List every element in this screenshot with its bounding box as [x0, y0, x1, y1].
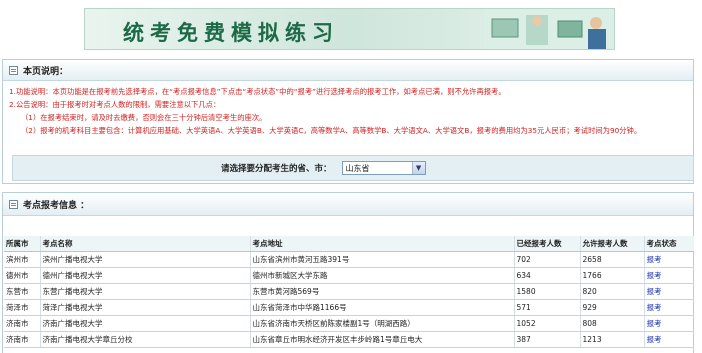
table-row: 东营市 东营广播电视大学 东营市黄河路569号 1580 820 报考 [4, 283, 694, 300]
column-header-status: 考点状态 [643, 236, 694, 252]
instruction-line: （2）报考的机考科目主要包含：计算机应用基础、大学英语A、大学英语B、大学英语C… [21, 126, 642, 135]
banner-photo-illustration [484, 9, 614, 49]
register-link[interactable]: 报考 [647, 335, 662, 344]
cell-registered: 1052 [513, 315, 580, 332]
register-link[interactable]: 报考 [647, 287, 662, 296]
cell-status: 报考 [643, 283, 694, 300]
table-row: 济南市 济南广播电视大学 山东省济南市天桥区前陈家楼副1号（明湖西路） 1052… [4, 315, 694, 332]
cell-capacity: 929 [579, 299, 644, 316]
cell-site-address: 山东省菏泽市中华路1166号 [249, 299, 514, 316]
cell-site-address: 山东省滨州市黄河五路391号 [249, 251, 514, 268]
cell-site-name: 东营广播电视大学 [39, 283, 250, 300]
exam-sites-table: 所属市 考点名称 考点地址 已经报考人数 允许报考人数 考点状态 滨州市 滨州广… [4, 236, 694, 348]
cell-city: 东营市 [4, 283, 40, 300]
cell-site-name: 菏泽广播电视大学 [39, 299, 250, 316]
province-selector-bar: 请选择要分配考生的省、市： 山东省 ▼ [12, 155, 694, 181]
cell-registered: 387 [513, 331, 580, 348]
cell-registered: 1580 [513, 283, 580, 300]
sites-header: 考点报考信息 ： [3, 193, 693, 216]
column-header-site-name: 考点名称 [39, 236, 250, 252]
sites-title: 考点报考信息 ： [23, 200, 90, 211]
cell-registered: 702 [513, 251, 580, 268]
register-link[interactable]: 报考 [647, 303, 662, 312]
instructions-title: 本页说明： [23, 66, 69, 77]
banner-title: 统考免费模拟练习 [123, 21, 339, 45]
cell-city: 菏泽市 [4, 299, 40, 316]
document-icon [9, 65, 18, 75]
cell-city: 济南市 [4, 331, 40, 348]
banner: 统考免费模拟练习 [84, 8, 615, 50]
province-selector-label: 请选择要分配考生的省、市： [221, 164, 332, 174]
table-row: 德州市 德州广播电视大学 德州市新城区大学东路 634 1766 报考 [4, 267, 694, 284]
table-header-row: 所属市 考点名称 考点地址 已经报考人数 允许报考人数 考点状态 [4, 236, 694, 252]
cell-site-address: 德州市新城区大学东路 [249, 267, 514, 284]
cell-status: 报考 [643, 251, 694, 268]
column-header-site-address: 考点地址 [249, 236, 514, 252]
cell-site-name: 德州广播电视大学 [39, 267, 250, 284]
column-header-capacity: 允许报考人数 [579, 236, 644, 252]
cell-city: 德州市 [4, 267, 40, 284]
province-select-value: 山东省 [345, 163, 370, 173]
register-link[interactable]: 报考 [647, 271, 662, 280]
document-icon [9, 199, 18, 209]
table-row: 滨州市 滨州广播电视大学 山东省滨州市黄河五路391号 702 2658 报考 [4, 251, 694, 268]
instructions-body: 1.功能说明：本页功能是在报考前先选择考点，在“考点报考信息”下点击“考点状态”… [3, 81, 693, 137]
cell-status: 报考 [643, 299, 694, 316]
cell-city: 济南市 [4, 315, 40, 332]
cell-capacity: 2658 [579, 251, 644, 268]
cell-capacity: 820 [579, 283, 644, 300]
cell-capacity: 1213 [579, 331, 644, 348]
cell-city: 滨州市 [4, 251, 40, 268]
cell-registered: 571 [513, 299, 580, 316]
instruction-line: 2.公告说明：由于报考时对考点人数的限制，需要注意以下几点： [9, 100, 221, 109]
province-select[interactable]: 山东省 ▼ [341, 161, 426, 175]
instructions-header: 本页说明： [3, 60, 693, 81]
instruction-line: （1）在报考结束时，请及时去缴费，否则会在三十分钟后清空考生的座次。 [21, 113, 267, 122]
cell-site-name: 济南广播电视大学 [39, 315, 250, 332]
cell-registered: 634 [513, 267, 580, 284]
cell-site-name: 滨州广播电视大学 [39, 251, 250, 268]
chevron-down-icon[interactable]: ▼ [411, 162, 425, 174]
cell-status: 报考 [643, 267, 694, 284]
cell-site-address: 山东省济南市天桥区前陈家楼副1号（明湖西路） [249, 315, 514, 332]
cell-site-address: 山东省章丘市明水经济开发区丰步岭路1号章丘电大 [249, 331, 514, 348]
table-row: 济南市 济南广播电视大学章丘分校 山东省章丘市明水经济开发区丰步岭路1号章丘电大… [4, 331, 694, 348]
column-header-registered: 已经报考人数 [513, 236, 580, 252]
column-header-city: 所属市 [4, 236, 40, 252]
cell-status: 报考 [643, 331, 694, 348]
register-link[interactable]: 报考 [647, 255, 662, 264]
instruction-line: 1.功能说明：本页功能是在报考前先选择考点，在“考点报考信息”下点击“考点状态”… [9, 87, 506, 96]
register-link[interactable]: 报考 [647, 319, 662, 328]
cell-site-name: 济南广播电视大学章丘分校 [39, 331, 250, 348]
cell-site-address: 东营市黄河路569号 [249, 283, 514, 300]
cell-capacity: 808 [579, 315, 644, 332]
table-row: 菏泽市 菏泽广播电视大学 山东省菏泽市中华路1166号 571 929 报考 [4, 299, 694, 316]
cell-capacity: 1766 [579, 267, 644, 284]
cell-status: 报考 [643, 315, 694, 332]
